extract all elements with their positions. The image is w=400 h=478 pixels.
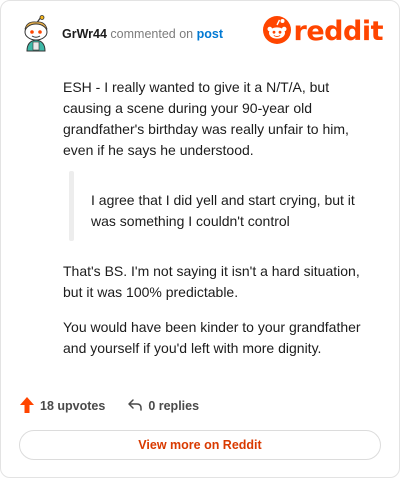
post-link[interactable]: post: [197, 27, 223, 41]
username[interactable]: GrWr44: [62, 27, 107, 41]
blockquote-bar: [69, 171, 74, 241]
view-more-button[interactable]: View more on Reddit: [19, 430, 381, 460]
snoo-avatar-icon[interactable]: [19, 15, 53, 53]
comment-paragraph: You would have been kinder to your grand…: [63, 319, 361, 356]
reply-arrow-icon: [127, 397, 143, 416]
comment-paragraph: ESH - I really wanted to give it a N/T/A…: [63, 79, 349, 158]
comment-stats: 18 upvotes 0 replies: [19, 395, 199, 417]
comment-card: GrWr44 commented on post reddit ESH - I …: [0, 0, 400, 478]
upvote-arrow-icon: [19, 396, 35, 417]
upvote-button[interactable]: 18 upvotes: [19, 396, 105, 417]
comment-header: GrWr44 commented on post reddit: [19, 15, 384, 55]
reply-count: 0 replies: [148, 399, 200, 413]
commented-on-text: commented on: [110, 27, 194, 41]
reddit-wordmark: reddit: [293, 16, 384, 47]
upvote-count: 18 upvotes: [40, 399, 106, 413]
comment-paragraph: That's BS. I'm not saying it isn't a har…: [63, 263, 360, 300]
blockquote-text: I agree that I did yell and start crying…: [91, 192, 355, 229]
reply-button[interactable]: 0 replies: [127, 397, 199, 416]
reddit-alien-icon: [262, 15, 291, 49]
reddit-logo[interactable]: reddit: [262, 15, 384, 49]
comment-meta: GrWr44 commented on post: [62, 27, 223, 41]
